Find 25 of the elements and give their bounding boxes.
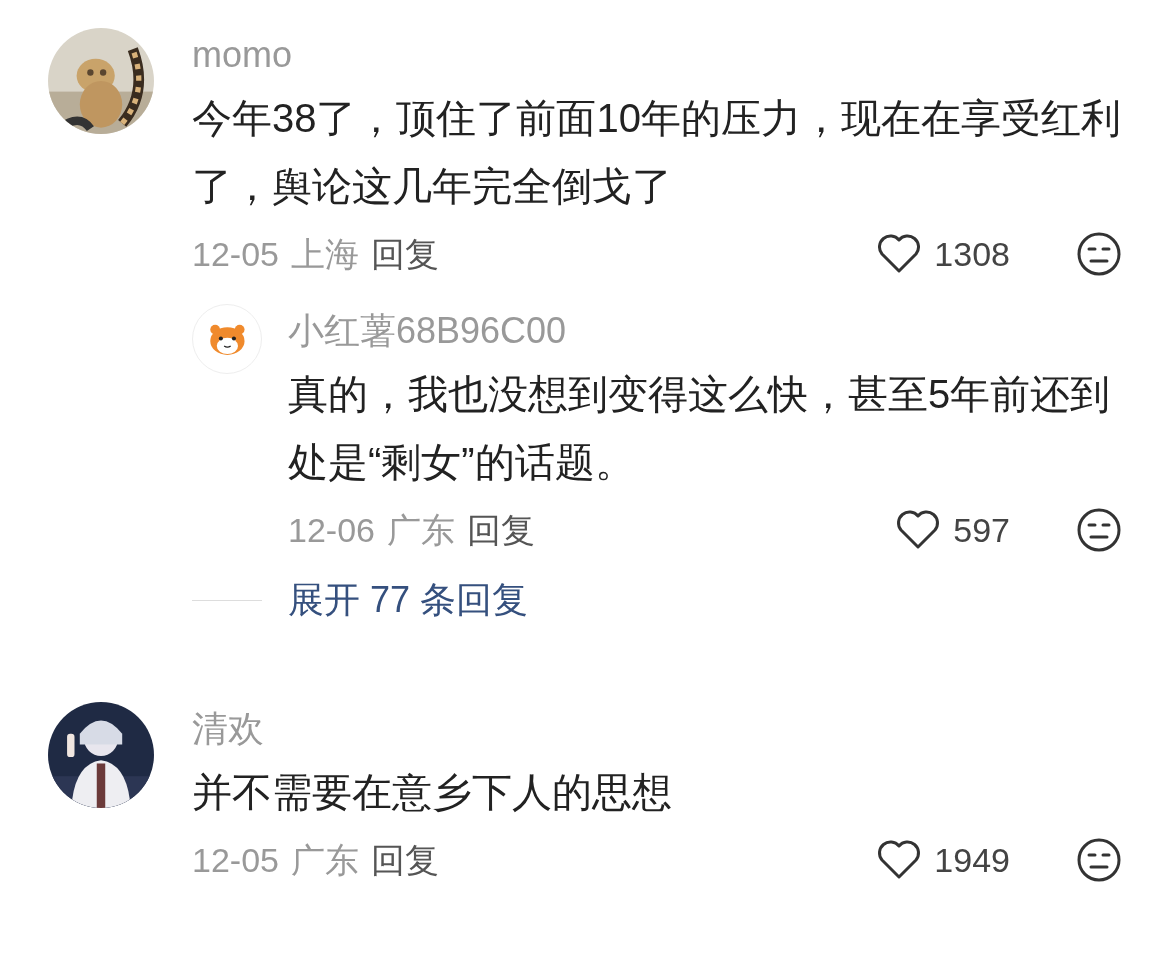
comment-date: 12-05 <box>192 234 279 275</box>
heart-icon[interactable] <box>895 510 942 550</box>
dislike-face-icon[interactable] <box>1076 231 1122 277</box>
heart-icon[interactable] <box>876 234 923 274</box>
comment-location: 广东 <box>386 510 455 551</box>
reply-link[interactable]: 回复 <box>370 226 439 282</box>
like-count: 1308 <box>934 234 1010 275</box>
heart-icon[interactable] <box>876 840 923 880</box>
reply-link[interactable]: 回复 <box>370 832 439 888</box>
dislike-face-icon[interactable] <box>1076 837 1122 883</box>
comment-location: 广东 <box>290 840 359 881</box>
comment-text: 真的，我也没想到变得这么快，甚至5年前还到处是“剩女”的话题。 <box>288 371 1112 486</box>
comment-date: 12-05 <box>192 840 279 881</box>
user-name: 小红薯68B96C00 <box>288 309 568 353</box>
like-count: 1949 <box>934 840 1010 881</box>
user-name: 清欢 <box>192 707 265 751</box>
expand-replies-link[interactable]: 展开 77 条回复 <box>288 572 529 628</box>
user-name: momo <box>192 33 294 77</box>
dislike-face-icon[interactable] <box>1076 507 1122 553</box>
comment-text: 并不需要在意乡下人的思想 <box>192 769 673 816</box>
like-count: 597 <box>953 510 1010 551</box>
comment-date: 12-06 <box>288 510 375 551</box>
comment-location: 上海 <box>290 234 359 275</box>
reply-link[interactable]: 回复 <box>466 502 535 558</box>
comment-text: 今年38了，顶住了前面10年的压力，现在在享受红利了，舆论这几年完全倒戈了 <box>192 95 1122 210</box>
